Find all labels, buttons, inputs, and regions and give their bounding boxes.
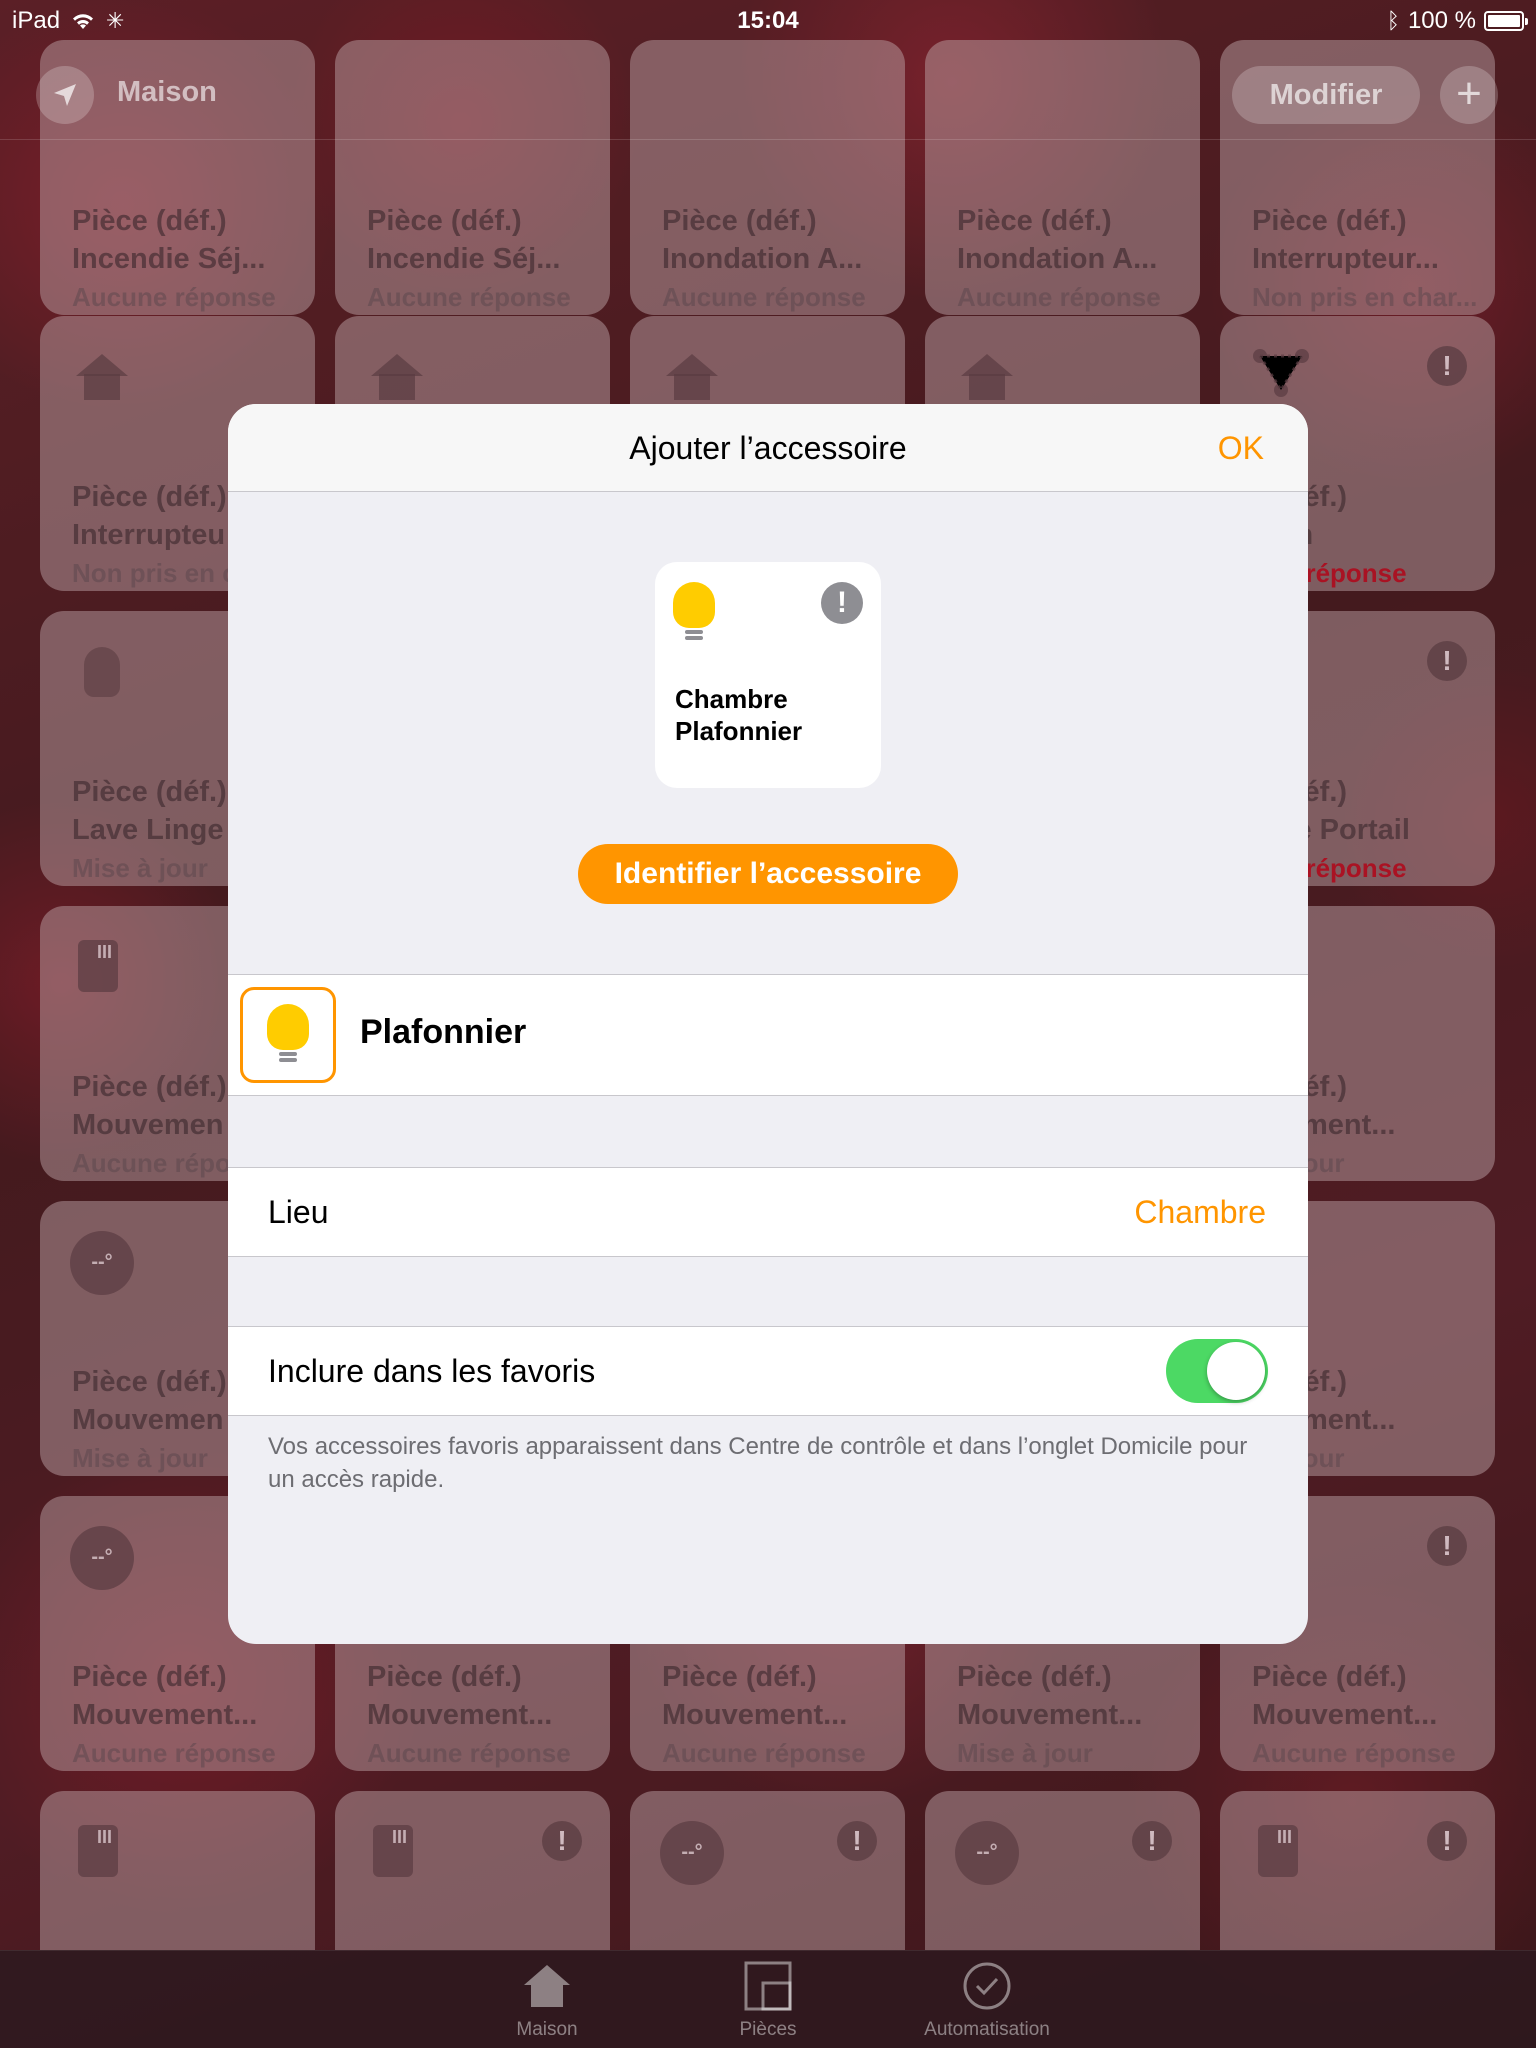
tile-status: Aucune réponse — [72, 1738, 276, 1768]
home-title[interactable]: Maison — [117, 76, 217, 109]
tile-status: Aucune réponse — [1252, 1738, 1456, 1768]
ok-button[interactable]: OK — [1218, 430, 1264, 467]
sensor-icon: --° — [955, 1821, 1019, 1885]
favorites-label: Inclure dans les favoris — [268, 1353, 596, 1389]
sheet-header: Ajouter l’accessoire OK — [228, 404, 1308, 492]
warning-icon: ! — [1427, 346, 1467, 386]
tab-label: Automatisation — [924, 2019, 1050, 2040]
tile-status: Aucune réponse — [72, 282, 276, 312]
accessory-name: Plafonnier — [675, 716, 803, 746]
window-covering-icon — [1250, 1821, 1312, 1883]
tile-name: Mouvement... — [1252, 1699, 1438, 1731]
tab-maison[interactable]: Maison — [472, 1959, 622, 2041]
tile-room: Pièce (déf.) — [957, 205, 1112, 237]
window-covering-icon — [365, 1821, 427, 1883]
tile-name: Incendie Séj... — [367, 243, 561, 275]
accessory-tile[interactable]: Pièce (déf.) — [40, 1791, 315, 1950]
add-button[interactable]: + — [1440, 66, 1498, 124]
rooms-icon — [741, 1959, 795, 2013]
location-label: Lieu — [268, 1194, 329, 1230]
tile-room: Pièce (déf.) — [72, 205, 227, 237]
accessory-preview-tile[interactable]: ! Chambre Plafonnier — [655, 562, 881, 788]
accessory-tile[interactable]: --°!Pièce (déf.) — [630, 1791, 905, 1950]
tab-bar: Maison Pièces Automatisation — [0, 1950, 1536, 2048]
tile-room: Pièce (déf.) — [662, 205, 817, 237]
favorites-footnote: Vos accessoires favoris apparaissent dan… — [268, 1433, 1248, 1493]
sensor-icon: --° — [70, 1526, 134, 1590]
warning-icon: ! — [1427, 641, 1467, 681]
tile-status: Aucune réponse — [662, 1738, 866, 1768]
warning-icon: ! — [821, 582, 863, 624]
toggle-knob — [1207, 1342, 1265, 1400]
edit-button[interactable]: Modifier — [1232, 66, 1420, 124]
tile-room: Pièce (déf.) — [1252, 1661, 1407, 1693]
warning-icon: ! — [1132, 1821, 1172, 1861]
tile-name: Inondation A... — [662, 243, 863, 275]
lightbulb-icon — [70, 641, 132, 703]
lightbulb-icon — [267, 1004, 309, 1066]
tile-name: Mouvement... — [367, 1699, 553, 1731]
house-icon — [955, 346, 1017, 408]
tile-room: Pièce (déf.) — [1252, 205, 1407, 237]
favorites-toggle[interactable] — [1166, 1339, 1268, 1403]
tile-status: Non pris en char... — [1252, 282, 1477, 312]
name-row: Plafonnier — [228, 974, 1308, 1096]
tile-name: Mouvement... — [662, 1699, 848, 1731]
sensor-icon: --° — [660, 1821, 724, 1885]
location-arrow-icon — [54, 84, 76, 106]
favorites-row: Inclure dans les favoris — [228, 1326, 1308, 1416]
house-icon — [365, 346, 427, 408]
accessory-tile[interactable]: !Pièce (déf.) — [1220, 1791, 1495, 1950]
tile-status: Aucune réponse — [367, 282, 571, 312]
accessory-room: Chambre — [675, 684, 788, 714]
warning-icon: ! — [542, 1821, 582, 1861]
location-row[interactable]: Lieu Chambre — [228, 1167, 1308, 1257]
tab-label: Pièces — [739, 2019, 797, 2040]
clock-icon — [960, 1959, 1014, 2013]
window-covering-icon — [70, 1821, 132, 1883]
accessory-tile[interactable]: --°!Pièce (déf.) — [925, 1791, 1200, 1950]
tile-status: Aucune réponse — [957, 282, 1161, 312]
sensor-icon: --° — [70, 1231, 134, 1295]
identify-accessory-button[interactable]: Identifier l’accessoire — [578, 844, 958, 904]
tile-status: Aucune réponse — [367, 1738, 571, 1768]
house-icon — [660, 346, 722, 408]
nav-bar: Maison Modifier + — [0, 52, 1536, 140]
house-icon — [70, 346, 132, 408]
accessory-tile[interactable]: !Pièce (déf.) — [335, 1791, 610, 1950]
lightbulb-icon — [673, 582, 715, 644]
tile-name: Incendie Séj... — [72, 243, 266, 275]
tile-room: Pièce (déf.) — [72, 1661, 227, 1693]
bridge-icon — [1250, 346, 1312, 408]
window-covering-icon — [70, 936, 132, 998]
tile-status: Mise à jour — [957, 1738, 1093, 1768]
warning-icon: ! — [1427, 1821, 1467, 1861]
tile-name: Interrupteur... — [1252, 243, 1439, 275]
tab-pieces[interactable]: Pièces — [693, 1959, 843, 2041]
accessory-name-field[interactable]: Plafonnier — [360, 1013, 526, 1052]
tab-label: Maison — [516, 2019, 578, 2040]
accessory-icon-picker[interactable] — [240, 987, 336, 1083]
warning-icon: ! — [837, 1821, 877, 1861]
tile-room: Pièce (déf.) — [957, 1661, 1112, 1693]
tile-room: Pièce (déf.) — [662, 1661, 817, 1693]
location-value[interactable]: Chambre — [1134, 1194, 1266, 1231]
location-button[interactable] — [36, 66, 94, 124]
tile-status: Aucune réponse — [662, 282, 866, 312]
add-accessory-sheet: Ajouter l’accessoire OK ! Chambre Plafon… — [228, 404, 1308, 1644]
tile-name: Mouvement... — [957, 1699, 1143, 1731]
tile-name: Mouvement... — [72, 1699, 258, 1731]
tile-name: Inondation A... — [957, 243, 1158, 275]
tile-room: Pièce (déf.) — [367, 205, 522, 237]
tile-room: Pièce (déf.) — [367, 1661, 522, 1693]
tab-automatisation[interactable]: Automatisation — [912, 1959, 1062, 2041]
house-icon — [520, 1959, 574, 2013]
warning-icon: ! — [1427, 1526, 1467, 1566]
sheet-title: Ajouter l’accessoire — [629, 430, 907, 466]
